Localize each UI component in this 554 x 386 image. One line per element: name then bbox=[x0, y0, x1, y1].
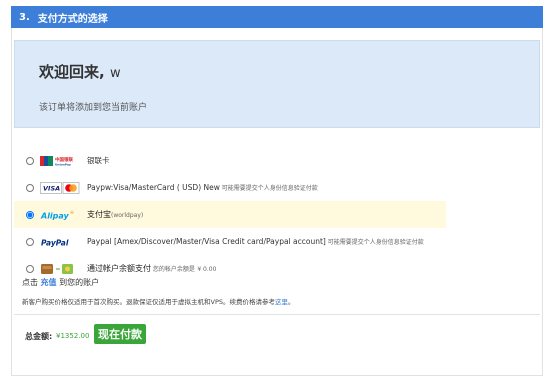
payment-note-paypal: 可能需要提交个人身份信息验证付款 bbox=[325, 239, 424, 246]
total-label: 总金额: bbox=[25, 332, 53, 341]
payment-option-alipay[interactable]: Alipay ® 支付宝(worldpay) bbox=[14, 201, 446, 228]
payment-note-balance: 您的帐户余额是 bbox=[151, 266, 195, 273]
payment-option-paypal[interactable]: PayPal Paypal [Amex/Discover/Master/Visa… bbox=[14, 228, 446, 255]
section-number: 3. bbox=[19, 11, 30, 23]
payment-text-visa: Paypw:Visa/MasterCard ( USD) New 可能需要提交个… bbox=[87, 183, 318, 192]
unionpay-logo-icon: 中国银联 UnionPay bbox=[40, 154, 76, 168]
paypal-logo-text: PayPal bbox=[41, 238, 69, 247]
payment-label-balance: 通过帐户余额支付 bbox=[87, 264, 151, 273]
visa-mastercard-logo-icon: VISA bbox=[40, 181, 80, 195]
welcome-title: 欢迎回来, w bbox=[39, 61, 121, 82]
svg-text:UnionPay: UnionPay bbox=[55, 162, 71, 166]
section-header: 3. 支付方式的选择 bbox=[11, 6, 543, 28]
payment-option-unionpay[interactable]: 中国银联 UnionPay 银联卡 bbox=[14, 147, 446, 174]
payment-note-visa: 可能需要提交个人身份信息验证付款 bbox=[219, 185, 318, 192]
pricing-notice: 新客户购买价格仅适用于首次购买。退款保证仅适用于虚拟主机和VPS。续费价格请参考… bbox=[22, 296, 295, 306]
notice-link[interactable]: 这里 bbox=[275, 298, 288, 306]
welcome-subtitle: 该订单将添加到您当前账户 bbox=[39, 103, 148, 113]
payment-option-visa-mastercard[interactable]: VISA Paypw:Visa/MasterCard ( USD) New 可能… bbox=[14, 174, 446, 201]
recharge-line: 点击 充值 到您的账户 bbox=[22, 277, 99, 288]
recharge-prefix: 点击 bbox=[22, 278, 41, 287]
alipay-logo-text: Alipay bbox=[40, 211, 70, 220]
payment-label-alipay: 支付宝 bbox=[87, 210, 111, 219]
payment-radio-alipay[interactable] bbox=[26, 210, 34, 219]
payment-note-alipay: (worldpay) bbox=[111, 212, 144, 219]
balance-value: ¥ 0.00 bbox=[197, 266, 217, 273]
recharge-suffix: 到您的账户 bbox=[56, 278, 100, 287]
pay-now-button[interactable]: 现在付款 bbox=[94, 324, 146, 344]
divider bbox=[14, 314, 540, 315]
payment-radio-paypal[interactable] bbox=[26, 237, 34, 246]
payment-text-paypal: Paypal [Amex/Discover/Master/Visa Credit… bbox=[87, 237, 424, 246]
notice-end: 。 bbox=[288, 298, 295, 306]
paypal-logo-icon: PayPal bbox=[40, 235, 76, 249]
notice-text: 新客户购买价格仅适用于首次购买。退款保证仅适用于虚拟主机和VPS。续费价格请参考 bbox=[22, 298, 275, 306]
payment-radio-unionpay[interactable] bbox=[26, 156, 34, 165]
wallet-icon bbox=[40, 262, 76, 276]
welcome-username: w bbox=[109, 66, 121, 81]
payment-label-visa: Paypw:Visa/MasterCard ( USD) New bbox=[87, 183, 220, 192]
alipay-logo-icon: Alipay ® bbox=[40, 208, 76, 222]
payment-label-unionpay: 银联卡 bbox=[87, 156, 110, 165]
section-title: 支付方式的选择 bbox=[37, 13, 108, 25]
welcome-greeting: 欢迎回来, bbox=[39, 63, 105, 81]
svg-text:®: ® bbox=[70, 210, 74, 215]
payment-radio-balance[interactable] bbox=[26, 264, 34, 273]
payment-label-paypal: Paypal [Amex/Discover/Master/Visa Credit… bbox=[87, 237, 326, 246]
recharge-link[interactable]: 充值 bbox=[41, 278, 57, 287]
payment-radio-visa[interactable] bbox=[26, 183, 34, 192]
visa-logo-text: VISA bbox=[43, 184, 60, 192]
welcome-box: 欢迎回来, w 该订单将添加到您当前账户 bbox=[14, 40, 540, 128]
total-value: ¥1352.00 bbox=[56, 332, 90, 340]
payment-text-balance: 通过帐户余额支付 您的帐户余额是 ¥ 0.00 bbox=[87, 263, 216, 274]
payment-text-alipay: 支付宝(worldpay) bbox=[87, 209, 143, 220]
